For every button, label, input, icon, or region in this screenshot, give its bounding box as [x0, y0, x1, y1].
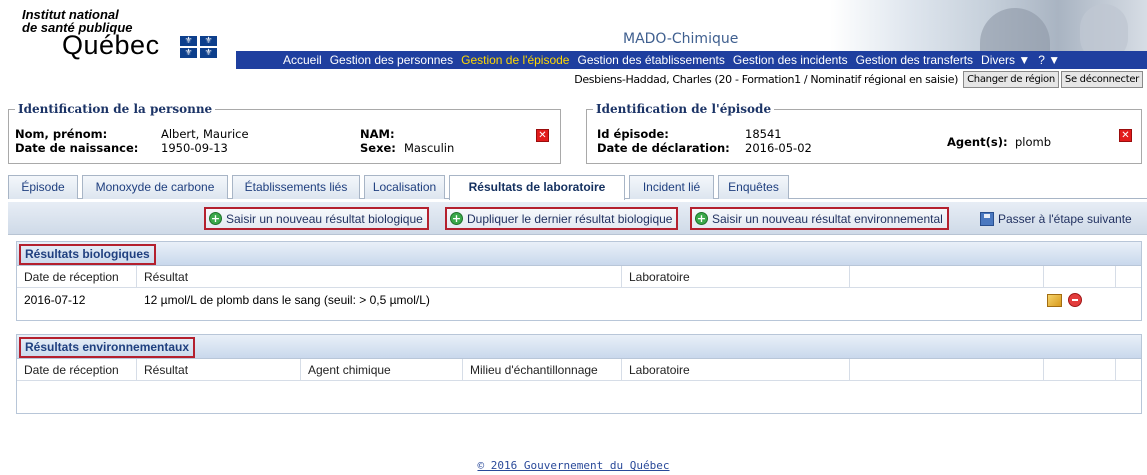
quebec-flag-icon: ⚜ ⚜ ⚜ ⚜ — [180, 36, 220, 60]
next-step-label: Passer à l'étape suivante — [998, 211, 1132, 226]
tab-incident-lie[interactable]: Incident lié — [629, 175, 714, 199]
bio-column-headers: Date de réception Résultat Laboratoire — [17, 266, 1141, 288]
tab-localisation[interactable]: Localisation — [364, 175, 445, 199]
table-row[interactable]: 2016-07-12 12 µmol/L de plomb dans le sa… — [17, 288, 1141, 312]
env-col-lab[interactable]: Laboratoire — [622, 359, 850, 381]
tab-bar: Épisode Monoxyde de carbone Établissemen… — [8, 175, 1147, 200]
env-col-agent[interactable]: Agent chimique — [301, 359, 463, 381]
tab-enquetes[interactable]: Enquêtes — [718, 175, 789, 199]
sex-label: Sexe: — [360, 141, 396, 155]
dob-value: 1950-09-13 — [161, 141, 228, 155]
nam-label: NAM: — [360, 127, 395, 141]
user-info: Desbiens-Haddad, Charles (20 - Formation… — [574, 73, 959, 86]
name-label: Nom, prénom: — [15, 127, 108, 141]
page-footer: © 2016 Gouvernement du Québec — [0, 458, 1147, 472]
declaration-date-value: 2016-05-02 — [745, 141, 812, 155]
sex-value: Masculin — [404, 141, 455, 155]
close-person-x-icon[interactable]: ✕ — [536, 129, 549, 142]
logout-button[interactable]: Se déconnecter — [1060, 71, 1143, 88]
nav-help-menu[interactable]: ? ▼ — [1038, 51, 1060, 69]
new-bio-result-button[interactable]: + Saisir un nouveau résultat biologique — [204, 207, 429, 230]
tab-etablissements[interactable]: Établissements liés — [232, 175, 360, 199]
bio-col-result[interactable]: Résultat — [137, 266, 622, 288]
bio-row-date: 2016-07-12 — [24, 293, 86, 307]
new-bio-result-label: Saisir un nouveau résultat biologique — [226, 211, 423, 226]
app-title: MADO-Chimique — [623, 31, 739, 47]
nav-gestion-personnes[interactable]: Gestion des personnes — [330, 51, 453, 69]
env-col-date[interactable]: Date de réception — [17, 359, 137, 381]
nav-divers-menu[interactable]: Divers ▼ — [981, 51, 1030, 69]
save-disk-icon — [980, 211, 994, 226]
nav-gestion-incidents[interactable]: Gestion des incidents — [733, 51, 848, 69]
agent-label: Agent(s): — [947, 135, 1008, 149]
bio-col-date[interactable]: Date de réception — [17, 266, 137, 288]
tab-resultats-laboratoire[interactable]: Résultats de laboratoire — [449, 175, 625, 200]
action-toolbar: + Saisir un nouveau résultat biologique … — [8, 202, 1147, 235]
add-circle-icon: + — [209, 212, 222, 225]
person-legend: Identification de la personne — [15, 102, 216, 116]
episode-id-label: Id épisode: — [597, 127, 669, 141]
env-column-headers: Date de réception Résultat Agent chimiqu… — [17, 359, 1141, 381]
env-col-milieu[interactable]: Milieu d'échantillonnage — [463, 359, 622, 381]
bio-results-panel: Résultats biologiques Date de réception … — [16, 241, 1142, 321]
copyright-link[interactable]: © 2016 Gouvernement du Québec — [477, 459, 669, 472]
tab-monoxyde[interactable]: Monoxyde de carbone — [82, 175, 228, 199]
new-env-result-label: Saisir un nouveau résultat environnement… — [712, 211, 943, 226]
tab-episode[interactable]: Épisode — [8, 175, 78, 199]
env-col-actions — [1044, 359, 1116, 381]
nav-gestion-etablissements[interactable]: Gestion des établissements — [577, 51, 724, 69]
user-bar: Desbiens-Haddad, Charles (20 - Formation… — [574, 71, 1143, 88]
change-region-button[interactable]: Changer de région — [963, 71, 1059, 88]
nav-gestion-transferts[interactable]: Gestion des transferts — [856, 51, 973, 69]
main-nav: Accueil Gestion des personnes Gestion de… — [236, 51, 1147, 69]
add-circle-icon: + — [450, 212, 463, 225]
env-results-panel: Résultats environnementaux Date de récep… — [16, 334, 1142, 414]
env-results-header: Résultats environnementaux — [17, 335, 1141, 359]
next-step-button[interactable]: Passer à l'étape suivante — [977, 207, 1136, 230]
dob-label: Date de naissance: — [15, 141, 139, 155]
bio-col-empty1 — [850, 266, 1044, 288]
inspq-logo: Institut national de santé publique Québ… — [22, 8, 222, 68]
bio-results-header: Résultats biologiques — [17, 242, 1141, 266]
nav-accueil[interactable]: Accueil — [283, 51, 322, 69]
env-col-empty1 — [850, 359, 1044, 381]
bio-col-actions — [1044, 266, 1116, 288]
env-results-title: Résultats environnementaux — [19, 337, 196, 358]
agent-value: plomb — [1015, 135, 1052, 149]
declaration-date-label: Date de déclaration: — [597, 141, 730, 155]
add-circle-icon: + — [695, 212, 708, 225]
name-value: Albert, Maurice — [161, 127, 249, 141]
bio-row-result: 12 µmol/L de plomb dans le sang (seuil: … — [144, 293, 430, 307]
person-fieldset: Identification de la personne Nom, préno… — [8, 102, 561, 164]
episode-legend: Identification de l'épisode — [593, 102, 775, 116]
bio-results-title: Résultats biologiques — [19, 244, 156, 265]
duplicate-bio-result-label: Dupliquer le dernier résultat biologique — [467, 211, 673, 226]
bio-row-lab — [622, 288, 629, 312]
delete-circle-icon[interactable] — [1068, 293, 1082, 307]
edit-pencil-icon[interactable] — [1047, 294, 1062, 307]
close-episode-x-icon[interactable]: ✕ — [1119, 129, 1132, 142]
bio-col-lab[interactable]: Laboratoire — [622, 266, 850, 288]
org-name-line3: Québec — [62, 30, 160, 60]
episode-id-value: 18541 — [745, 127, 782, 141]
nav-gestion-episode[interactable]: Gestion de l'épisode — [461, 51, 569, 69]
new-env-result-button[interactable]: + Saisir un nouveau résultat environneme… — [690, 207, 949, 230]
duplicate-bio-result-button[interactable]: + Dupliquer le dernier résultat biologiq… — [445, 207, 679, 230]
episode-fieldset: Identification de l'épisode Id épisode: … — [586, 102, 1142, 164]
env-col-result[interactable]: Résultat — [137, 359, 301, 381]
